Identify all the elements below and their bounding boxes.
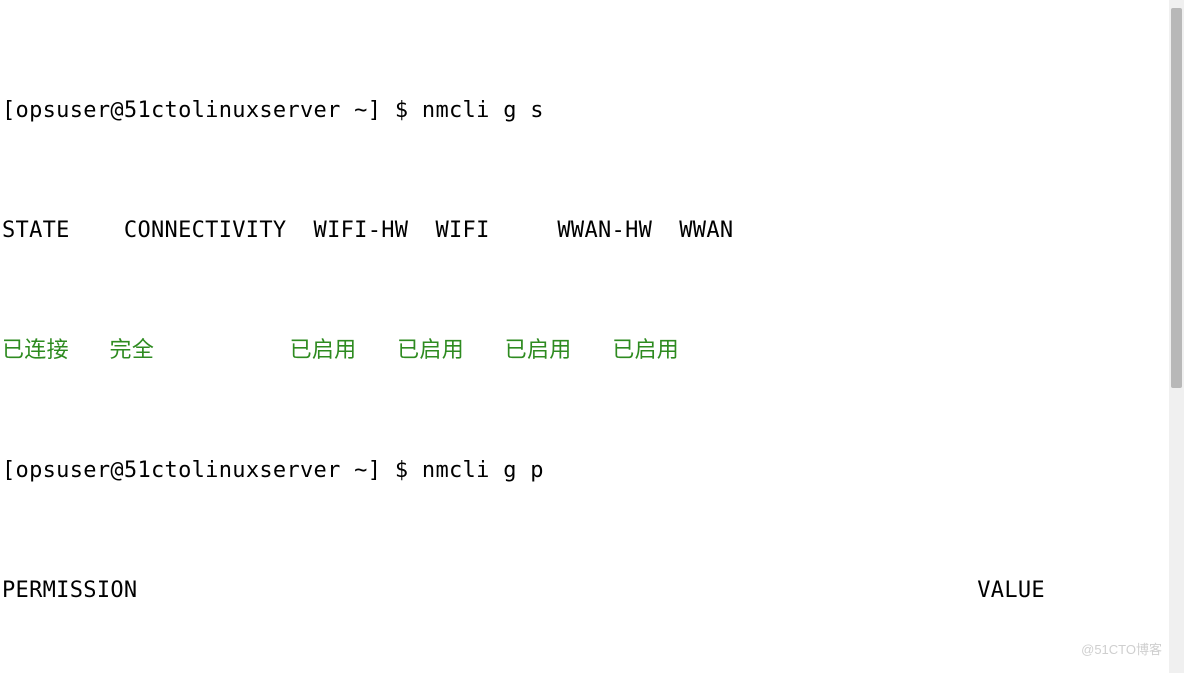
prompt-open: [ (2, 458, 16, 483)
scrollbar-thumb[interactable] (1171, 8, 1182, 388)
permissions-header: PERMISSION VALUE (2, 576, 1184, 606)
status-header-row: STATE CONNECTIVITY WIFI-HW WIFI WWAN-HW … (2, 216, 1184, 246)
terminal-pane[interactable]: [opsuser@51ctolinuxserver ~] $ nmcli g s… (0, 0, 1184, 673)
prompt-tilde: ~ (341, 458, 368, 483)
prompt-userhost: opsuser@51ctolinuxserver (16, 458, 341, 483)
prompt-tilde: ~ (341, 98, 368, 123)
prompt-close: ] (368, 458, 382, 483)
prompt-userhost: opsuser@51ctolinuxserver (16, 98, 341, 123)
scrollbar-track[interactable] (1169, 0, 1184, 673)
prompt-dollar: $ (381, 458, 422, 483)
command-text: nmcli g s (422, 98, 544, 123)
status-value-row: 已连接 完全 已启用 已启用 已启用 已启用 (2, 336, 1184, 366)
watermark-text: @51CTO博客 (1081, 635, 1162, 665)
command-text: nmcli g p (422, 458, 544, 483)
prompt-line-1: [opsuser@51ctolinuxserver ~] $ nmcli g s (2, 96, 1184, 126)
prompt-line-2: [opsuser@51ctolinuxserver ~] $ nmcli g p (2, 456, 1184, 486)
prompt-dollar: $ (381, 98, 422, 123)
prompt-open: [ (2, 98, 16, 123)
prompt-close: ] (368, 98, 382, 123)
